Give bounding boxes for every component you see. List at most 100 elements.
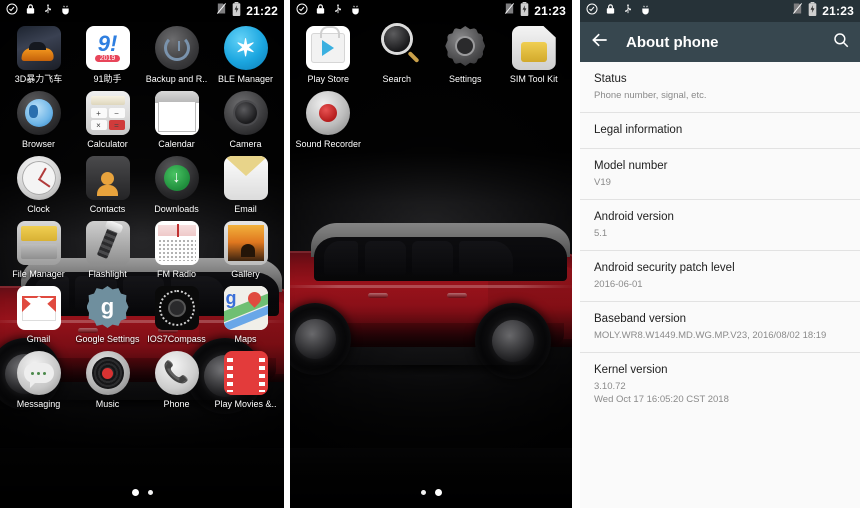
app-icon-play-store[interactable]: Play Store (294, 26, 363, 85)
sim-card-icon[interactable] (511, 26, 556, 70)
settings-gear-icon[interactable] (443, 26, 487, 70)
calendar-icon[interactable] (154, 91, 199, 135)
app-label: File Manager (12, 269, 65, 279)
app-icon-play-movies[interactable]: Play Movies &.. (211, 351, 280, 410)
email-envelope-icon[interactable] (223, 156, 268, 200)
app-icon-email[interactable]: Email (211, 156, 280, 215)
settings-row-subtitle: MOLY.WR8.W1449.MD.WG.MP.V23, 2016/08/02 … (594, 330, 827, 341)
app-label: Search (382, 74, 412, 84)
settings-row[interactable]: Android version 5.1 (580, 200, 860, 251)
page-indicator[interactable] (0, 489, 284, 496)
google-settings-icon[interactable]: g (86, 286, 130, 330)
status-bar: 21:22 (0, 0, 284, 22)
app-icon-3d[interactable]: 3D暴力飞车 (4, 26, 73, 85)
settings-row-title: Model number (594, 160, 668, 172)
page-dot-2[interactable] (147, 490, 153, 495)
back-arrow-icon[interactable] (590, 30, 610, 55)
flashlight-icon[interactable] (85, 221, 130, 265)
compass-icon[interactable] (154, 286, 199, 330)
search-magnifier-icon[interactable] (375, 26, 419, 70)
no-sim-icon (216, 2, 227, 20)
settings-row-subtitle: 5.1 (594, 228, 608, 239)
app-icon-downloads[interactable]: ↓ Downloads (142, 156, 211, 215)
settings-row-title: Legal information (594, 124, 683, 136)
app-label: Backup and R.. (145, 74, 208, 84)
play-store-icon[interactable] (306, 26, 351, 70)
app-icon-gmail[interactable]: Gmail (4, 286, 73, 345)
app-icon-phone[interactable]: 📞 Phone (142, 351, 211, 410)
settings-row[interactable]: Baseband version MOLY.WR8.W1449.MD.WG.MP.… (580, 302, 860, 353)
app-icon-contacts[interactable]: Contacts (73, 156, 142, 215)
fm-radio-icon[interactable] (154, 221, 199, 265)
app-icon-ios7compass[interactable]: IOS7Compass (142, 286, 211, 345)
app-icon-calculator[interactable]: + − × = Calculator (73, 91, 142, 150)
app-icon-maps[interactable]: g Maps (211, 286, 280, 345)
app-label: Calendar (158, 139, 195, 149)
page-dot-1[interactable] (420, 490, 426, 495)
browser-globe-icon[interactable] (16, 91, 61, 135)
camera-icon[interactable] (223, 91, 268, 135)
page-title: About phone (626, 33, 719, 51)
settings-row-subtitle: 3.10.72 Wed Oct 17 16:05:20 CST 2018 (594, 381, 729, 405)
lock-icon (25, 2, 36, 20)
gallery-icon[interactable] (223, 221, 268, 265)
app-icon-fm-radio[interactable]: FM Radio (142, 221, 211, 280)
settings-row[interactable]: Android security patch level 2016-06-01 (580, 251, 860, 302)
downloads-icon[interactable]: ↓ (154, 156, 199, 200)
sync-icon (586, 2, 598, 20)
app-icon-ble-manager[interactable]: ✶ BLE Manager (211, 26, 280, 85)
settings-row[interactable]: Model number V19 (580, 149, 860, 200)
contacts-icon[interactable] (85, 156, 130, 200)
play-movies-icon[interactable] (223, 351, 268, 395)
app-label: Music (95, 399, 120, 409)
settings-row-subtitle: 2016-06-01 (594, 279, 643, 290)
messaging-icon[interactable] (16, 351, 61, 395)
calculator-icon[interactable]: + − × = (85, 91, 130, 135)
app-icon-clock[interactable]: Clock (4, 156, 73, 215)
app-grid: 3D暴力飞车 9! 2019 91助手 Backup and R.. ✶ BLE Manag… (0, 24, 284, 410)
page-dot-1[interactable] (131, 489, 139, 496)
settings-row[interactable]: Legal information (580, 113, 860, 149)
sound-recorder-icon[interactable] (306, 91, 351, 135)
app-icon-calendar[interactable]: Calendar (142, 91, 211, 150)
app-icon-91[interactable]: 9! 2019 91助手 (73, 26, 142, 85)
racing-game-icon[interactable] (16, 26, 61, 70)
app-icon-browser[interactable]: Browser (4, 91, 73, 150)
clock-icon[interactable] (16, 156, 61, 200)
app-icon-google-settings[interactable]: g Google Settings (73, 286, 142, 345)
app-icon-music[interactable]: Music (73, 351, 142, 410)
app-icon-settings[interactable]: Settings (431, 26, 500, 85)
app-label: Camera (229, 139, 262, 149)
app-icon-flashlight[interactable]: Flashlight (73, 221, 142, 280)
app-icon-camera[interactable]: Camera (211, 91, 280, 150)
search-icon[interactable] (832, 31, 850, 54)
music-icon[interactable] (85, 351, 130, 395)
app-icon-file-manager[interactable]: File Manager (4, 221, 73, 280)
phone-panel-launcher-page-1: 21:22 3D暴力飞车 9! 2019 91助手 Backup and R.. ✶ BLE… (0, 0, 284, 508)
settings-row[interactable]: Kernel version 3.10.72 Wed Oct 17 16:05:2… (580, 353, 860, 416)
page-dot-2[interactable] (434, 489, 442, 496)
gmail-icon[interactable] (16, 286, 61, 330)
usb-icon (43, 2, 53, 20)
app-label: Gmail (26, 334, 51, 344)
phone-icon[interactable]: 📞 (154, 351, 199, 395)
file-manager-icon[interactable] (16, 221, 61, 265)
app-icon-sound-recorder[interactable]: Sound Recorder (294, 91, 363, 150)
app-label: Play Movies &.. (214, 399, 277, 409)
app-icon-gallery[interactable]: Gallery (211, 221, 280, 280)
maps-icon[interactable]: g (223, 286, 268, 330)
app-label: 91助手 (93, 74, 122, 84)
app-icon-messaging[interactable]: Messaging (4, 351, 73, 410)
page-indicator[interactable] (290, 489, 572, 496)
battery-charging-icon (520, 1, 529, 21)
backup-restore-icon[interactable] (154, 26, 199, 70)
app-icon-sim-tool-kit[interactable]: SIM Tool Kit (500, 26, 569, 85)
app-icon-backup-and-r[interactable]: Backup and R.. (142, 26, 211, 85)
app-icon-search[interactable]: Search (363, 26, 432, 85)
sync-icon (296, 2, 308, 20)
app-grid: Play Store Search Settings SIM Tool Kit Soun… (290, 24, 572, 150)
settings-row[interactable]: Status Phone number, signal, etc. (580, 62, 860, 113)
bluetooth-icon[interactable]: ✶ (223, 26, 268, 70)
assistant-91-icon[interactable]: 9! 2019 (85, 26, 130, 70)
adb-icon (350, 2, 361, 20)
